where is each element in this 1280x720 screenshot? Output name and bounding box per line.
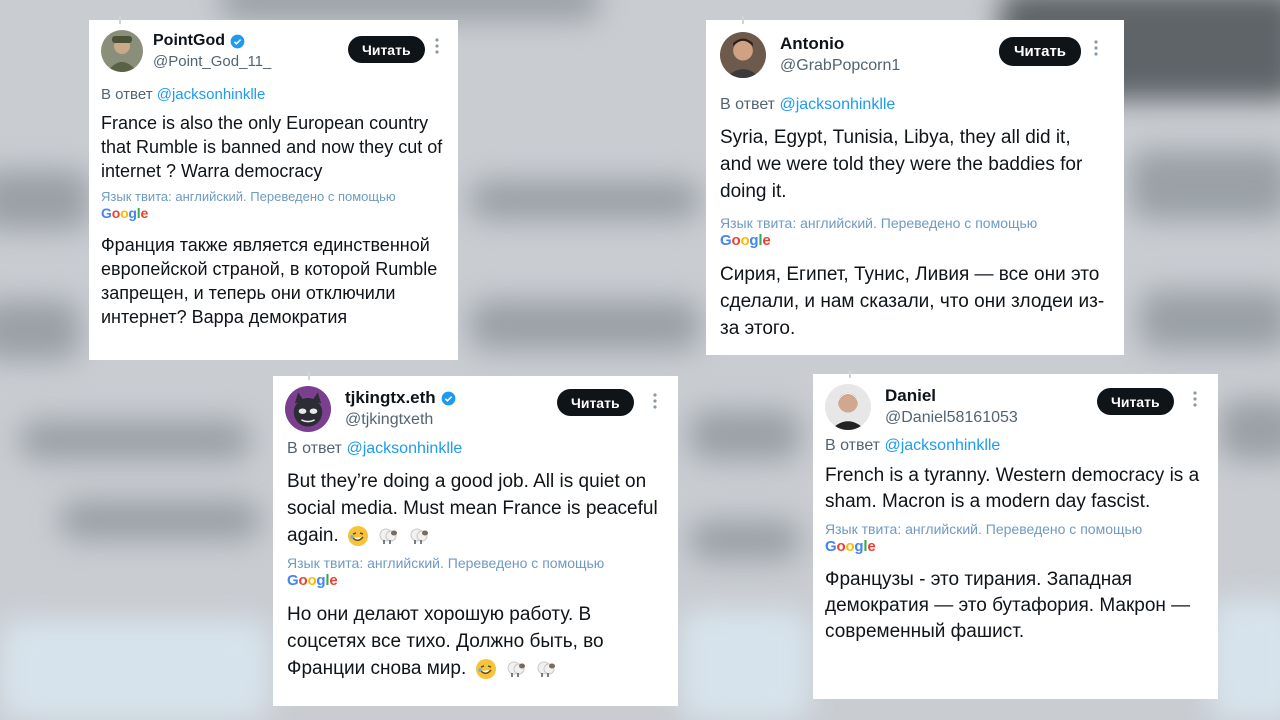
reply-mention-link[interactable]: @jacksonhinklle (157, 86, 266, 103)
more-options-icon[interactable] (431, 36, 443, 56)
read-button[interactable]: Читать (999, 37, 1082, 66)
reply-mention-link[interactable]: @jacksonhinklle (346, 440, 462, 457)
tweet-card-antonio: Antonio @GrabPopcorn1 Читать В ответ @ja… (706, 16, 1124, 355)
tweet-card-tjkingtx: tjkingtx.eth @tjkingtxeth Читать В ответ… (273, 372, 678, 706)
author-handle[interactable]: @tjkingtxeth (345, 411, 456, 429)
author-name[interactable]: PointGod (153, 32, 271, 50)
man-avatar-icon[interactable] (825, 384, 871, 430)
sheep-emoji-icon (535, 658, 557, 680)
verified-badge-icon (441, 391, 456, 406)
translated-text: Сирия, Египет, Тунис, Ливия — все они эт… (720, 264, 1105, 339)
author-name[interactable]: tjkingtx.eth (345, 388, 456, 408)
more-options-icon[interactable] (1189, 389, 1201, 409)
reply-to-line: В ответ @jacksonhinklle (720, 96, 896, 113)
cat-avatar-icon[interactable] (285, 386, 331, 432)
translation-note: Язык твита: английский. Переведено с пом… (101, 189, 396, 204)
translated-text: Французы - это тирания. Западная демокра… (825, 569, 1191, 642)
author-handle[interactable]: @Point_God_11_ (153, 53, 271, 70)
tweet-card-pointgod: PointGod @Point_God_11_ Читать В ответ @… (89, 16, 458, 360)
sheep-emoji-icon (377, 525, 399, 547)
translation-note: Язык твита: английский. Переведено с пом… (720, 215, 1038, 231)
google-logo: Google (101, 205, 149, 221)
reply-to-line: В ответ @jacksonhinklle (287, 440, 463, 457)
google-logo: Google (720, 232, 771, 249)
translated-text: Франция также является единственной евро… (101, 235, 438, 327)
tweet-text: But they’re doing a good job. All is qui… (287, 471, 658, 547)
read-button[interactable]: Читать (348, 36, 425, 63)
sheep-emoji-icon (408, 525, 430, 547)
reply-mention-link[interactable]: @jacksonhinklle (779, 96, 895, 113)
tweet-text: Syria, Egypt, Tunisia, Libya, they all d… (720, 127, 1083, 202)
translation-note: Язык твита: английский. Переведено с пом… (825, 521, 1143, 537)
google-logo: Google (825, 538, 876, 555)
read-button[interactable]: Читать (557, 389, 634, 416)
tweet-text: France is also the only European country… (101, 113, 443, 181)
rofl-emoji-icon (347, 525, 369, 547)
author-handle[interactable]: @GrabPopcorn1 (780, 57, 900, 75)
translation-note: Язык твита: английский. Переведено с пом… (287, 555, 605, 571)
tweet-text: French is a tyranny. Western democracy i… (825, 465, 1200, 512)
more-options-icon[interactable] (1090, 38, 1102, 58)
man-avatar-icon[interactable] (720, 32, 766, 78)
google-logo: Google (287, 572, 338, 589)
author-handle[interactable]: @Daniel58161053 (885, 409, 1018, 427)
author-name[interactable]: Antonio (780, 34, 900, 54)
reply-to-line: В ответ @jacksonhinklle (825, 437, 1001, 454)
soldier-avatar-icon[interactable] (101, 30, 143, 72)
verified-badge-icon (230, 34, 245, 49)
author-name[interactable]: Daniel (885, 386, 1018, 406)
reply-mention-link[interactable]: @jacksonhinklle (884, 437, 1000, 454)
translated-text: Но они делают хорошую работу. В соцсетях… (287, 604, 604, 680)
read-button[interactable]: Читать (1097, 388, 1174, 415)
tweet-card-daniel: Daniel @Daniel58161053 Читать В ответ @j… (813, 370, 1218, 699)
sheep-emoji-icon (505, 658, 527, 680)
rofl-emoji-icon (475, 658, 497, 680)
reply-to-line: В ответ @jacksonhinklle (101, 86, 266, 103)
more-options-icon[interactable] (649, 391, 661, 411)
